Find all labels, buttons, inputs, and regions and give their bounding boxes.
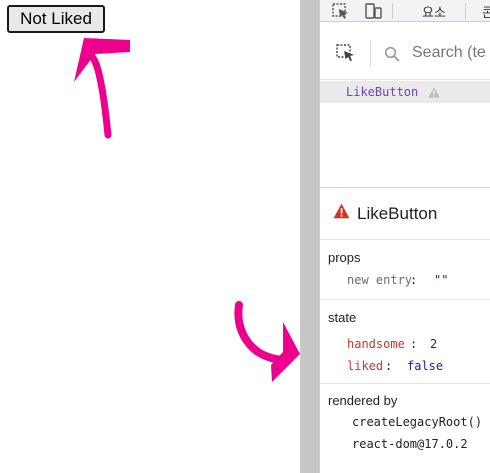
state-colon: :	[410, 337, 418, 351]
tab-console[interactable]: 콘	[482, 2, 490, 21]
like-button[interactable]: Not Liked	[7, 5, 105, 33]
panel-resizer[interactable]	[300, 0, 319, 473]
up-arrow-head-annotation	[74, 38, 130, 82]
props-section-title: props	[328, 250, 361, 265]
state-key: liked	[347, 359, 384, 373]
annotation-arrows	[74, 38, 300, 382]
component-title: LikeButton	[357, 204, 438, 223]
state-key: handsome	[347, 337, 405, 351]
state-section-title: state	[328, 310, 357, 325]
warning-icon	[428, 87, 440, 98]
component-header: LikeButton	[320, 188, 490, 240]
component-search-bar: Search (te	[320, 22, 490, 80]
device-toolbar-icon[interactable]	[364, 3, 382, 19]
tree-row-likebutton[interactable]: LikeButton	[320, 81, 490, 103]
select-component-icon[interactable]	[336, 44, 356, 62]
search-icon	[384, 46, 400, 62]
search-input[interactable]: Search (te	[412, 44, 486, 62]
toolbar-separator	[392, 3, 393, 19]
tree-component-label: LikeButton	[346, 85, 419, 99]
rendered-by-item[interactable]: react-dom@17.0.2	[352, 437, 468, 451]
rendered-by-item[interactable]: createLegacyRoot()	[352, 415, 482, 429]
rendered-by-section-title: rendered by	[328, 393, 398, 408]
state-value[interactable]: false	[407, 359, 443, 373]
right-arrow-head-annotation	[271, 322, 300, 382]
state-value[interactable]: 2	[430, 337, 437, 351]
prop-colon: :	[410, 273, 418, 287]
tab-elements[interactable]: 요소	[422, 2, 446, 21]
screen: Not Liked 요소 콘	[0, 0, 490, 473]
warning-icon	[333, 203, 350, 219]
inspect-element-icon[interactable]	[332, 3, 350, 19]
up-arrow-annotation	[83, 46, 112, 139]
state-colon: :	[385, 359, 393, 373]
toolbar-separator	[465, 3, 466, 19]
devtools-panel: 요소 콘 Search (te LikeButton	[319, 0, 490, 473]
devtools-toolbar: 요소 콘	[320, 0, 490, 22]
section-divider	[320, 299, 490, 300]
prop-key: new entry	[347, 273, 413, 287]
search-separator	[370, 40, 371, 66]
prop-value[interactable]: ""	[434, 273, 448, 287]
page-viewport: Not Liked	[0, 0, 300, 473]
section-divider	[320, 383, 490, 384]
right-arrow-annotation	[234, 301, 290, 364]
